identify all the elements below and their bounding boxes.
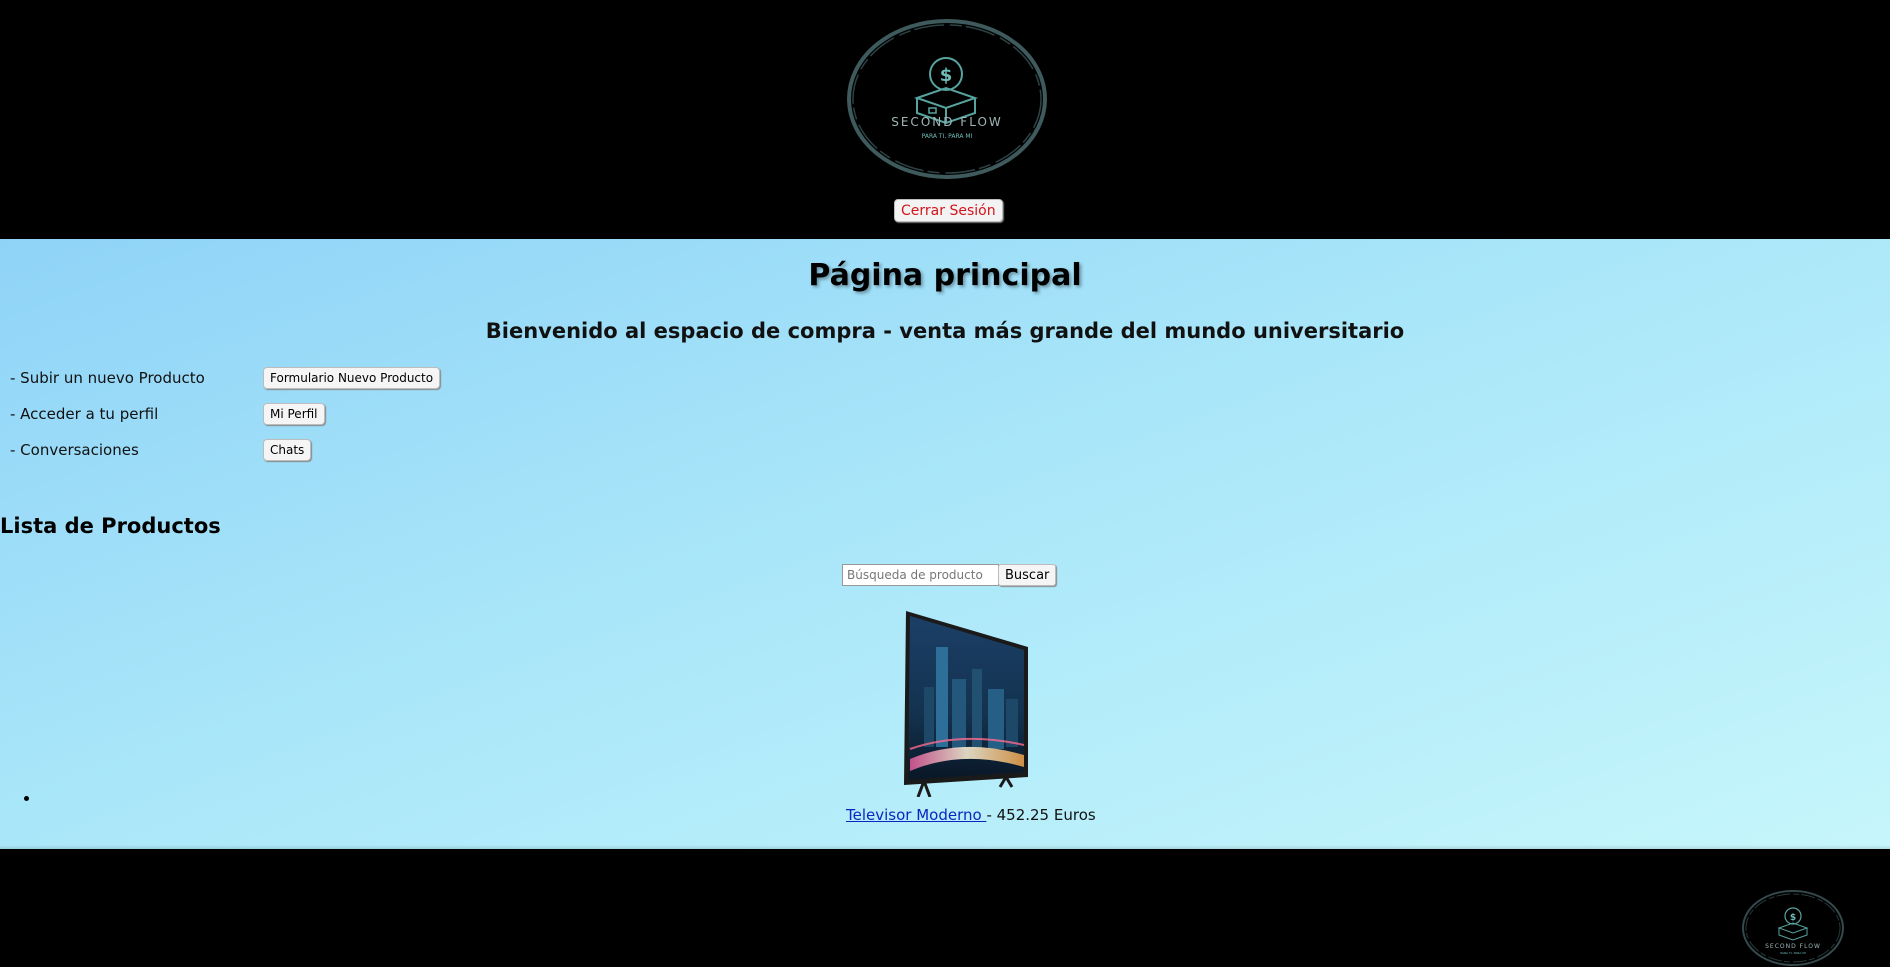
svg-text:PARA TI, PARA MI: PARA TI, PARA MI [1780,951,1805,955]
product-list-title: Lista de Productos [0,514,221,538]
page-title: Página principal [808,258,1082,293]
new-product-form-button[interactable]: Formulario Nuevo Producto [263,367,441,389]
product-image-tv[interactable] [902,609,1032,797]
welcome-message: Bienvenido al espacio de compra - venta … [485,319,1405,343]
main-content: Página principal Bienvenido al espacio d… [0,239,1890,849]
menu-label-conversations: - Conversaciones [10,441,139,459]
second-flow-logo: $ SECOND FLOW PARA TI, PARA MI [847,19,1047,179]
svg-text:$: $ [940,65,953,86]
top-header: $ SECOND FLOW PARA TI, PARA MI Cerrar Se… [0,0,1890,239]
footer-logo: $ SECOND FLOW PARA TI, PARA MI [1742,890,1844,966]
footer-fade [0,845,1890,880]
chats-button[interactable]: Chats [263,439,312,461]
menu-label-upload-product: - Subir un nuevo Producto [10,369,205,387]
svg-text:$: $ [1790,913,1796,923]
product-link[interactable]: Televisor Moderno [846,806,986,824]
list-bullet [24,796,29,801]
search-button[interactable]: Buscar [998,564,1057,586]
product-search-input[interactable] [842,564,999,586]
box-dollar-icon: $ [1777,907,1809,941]
box-dollar-icon: $ [913,57,979,125]
logout-button[interactable]: Cerrar Sesión [894,199,1003,222]
menu-label-profile: - Acceder a tu perfil [10,405,159,423]
svg-text:PARA TI, PARA MI: PARA TI, PARA MI [922,133,973,140]
svg-text:SECOND FLOW: SECOND FLOW [1765,943,1821,950]
svg-text:SECOND FLOW: SECOND FLOW [891,115,1003,129]
product-item: Televisor Moderno - 452.25 Euros [846,806,1096,824]
my-profile-button[interactable]: Mi Perfil [263,403,325,425]
product-price: - 452.25 Euros [986,806,1096,824]
